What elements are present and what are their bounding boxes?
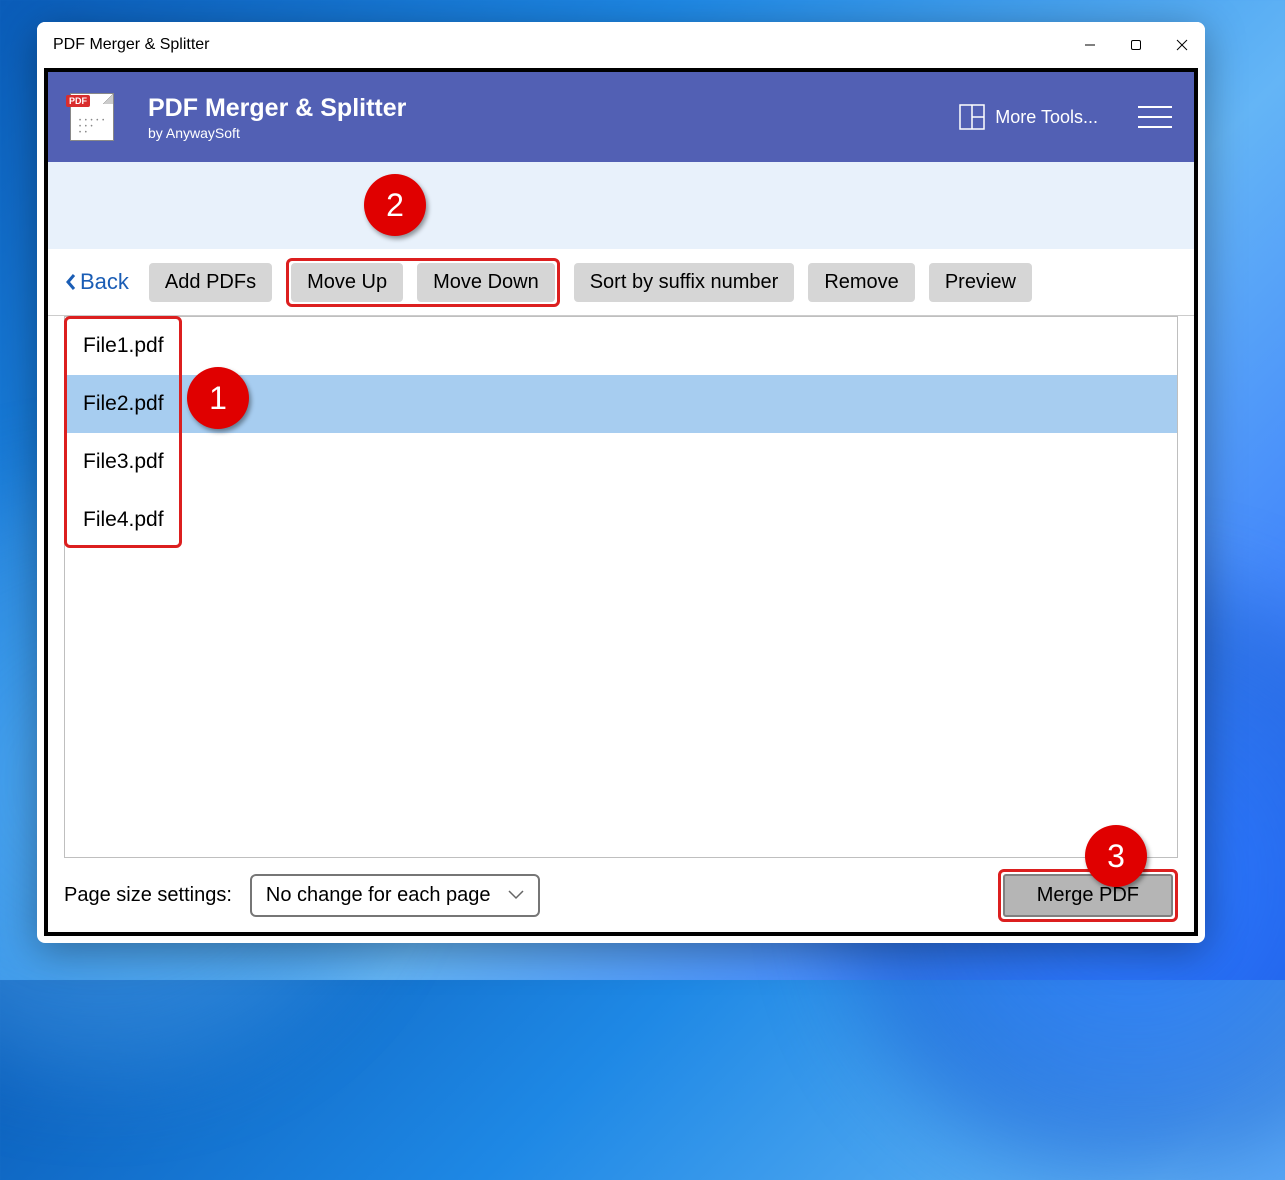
add-pdfs-button[interactable]: Add PDFs <box>149 263 272 302</box>
file-name: File4.pdf <box>83 508 164 532</box>
page-size-label: Page size settings: <box>64 884 232 907</box>
chevron-left-icon <box>66 274 76 290</box>
app-frame: • • • • •• • •• • PDF PDF Merger & Split… <box>44 68 1198 936</box>
grid-icon <box>959 104 985 130</box>
maximize-icon <box>1130 39 1142 51</box>
file-list[interactable]: File1.pdf File2.pdf File3.pdf File4.pdf … <box>64 316 1178 858</box>
annotation-badge-3: 3 <box>1085 825 1147 887</box>
remove-button[interactable]: Remove <box>808 263 914 302</box>
back-button[interactable]: Back <box>66 269 129 295</box>
file-row[interactable]: File3.pdf <box>65 433 1177 491</box>
preview-button[interactable]: Preview <box>929 263 1032 302</box>
hamburger-icon <box>1138 106 1172 108</box>
annotation-badge-1: 1 <box>187 367 249 429</box>
annotation-badge-2: 2 <box>364 174 426 236</box>
move-up-button[interactable]: Move Up <box>291 263 403 302</box>
ad-banner-area: 2 <box>48 162 1194 249</box>
file-row[interactable]: File1.pdf <box>65 317 1177 375</box>
annotation-highlight-move: Move Up Move Down <box>286 258 560 307</box>
minimize-button[interactable] <box>1067 22 1113 68</box>
minimize-icon <box>1084 39 1096 51</box>
toolbar: Back Add PDFs Move Up Move Down Sort by … <box>48 249 1194 316</box>
app-title: PDF Merger & Splitter <box>148 94 959 123</box>
title-bar: PDF Merger & Splitter <box>37 22 1205 68</box>
file-name: File1.pdf <box>83 334 164 358</box>
app-window: PDF Merger & Splitter • • • • •• • •• • … <box>37 22 1205 943</box>
app-subtitle: by AnywaySoft <box>148 125 959 141</box>
page-size-select[interactable]: No change for each page <box>250 874 541 917</box>
file-name: File2.pdf <box>83 392 164 416</box>
merge-pdf-button[interactable]: Merge PDF <box>1003 874 1173 917</box>
move-down-button[interactable]: Move Down <box>417 263 555 302</box>
annotation-highlight-merge: Merge PDF <box>998 869 1178 922</box>
close-icon <box>1176 39 1188 51</box>
window-title: PDF Merger & Splitter <box>53 36 1067 54</box>
maximize-button[interactable] <box>1113 22 1159 68</box>
file-name: File3.pdf <box>83 450 164 474</box>
menu-button[interactable] <box>1138 106 1172 128</box>
footer-bar: Page size settings: No change for each p… <box>48 858 1194 932</box>
file-row[interactable]: File4.pdf <box>65 491 1177 549</box>
sort-by-suffix-button[interactable]: Sort by suffix number <box>574 263 795 302</box>
app-logo-icon: • • • • •• • •• • PDF <box>70 93 118 141</box>
app-header: • • • • •• • •• • PDF PDF Merger & Split… <box>48 72 1194 162</box>
more-tools-button[interactable]: More Tools... <box>959 104 1098 130</box>
close-button[interactable] <box>1159 22 1205 68</box>
chevron-down-icon <box>508 890 524 900</box>
